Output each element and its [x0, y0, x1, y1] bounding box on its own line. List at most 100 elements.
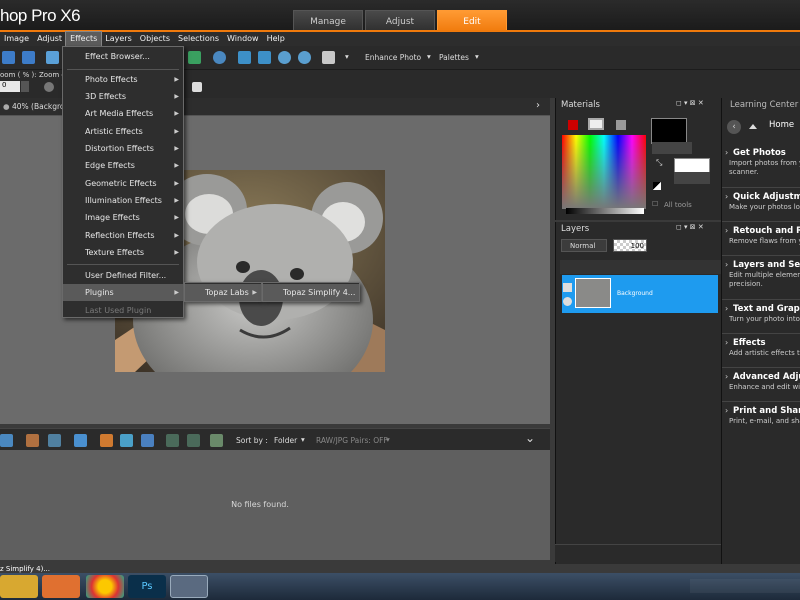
background-mode-icons[interactable] [674, 172, 710, 184]
menu-objects[interactable]: Objects [136, 32, 174, 46]
learning-section-title[interactable]: Layers and Selec [733, 260, 800, 270]
share-icon[interactable] [120, 434, 133, 447]
import-icon[interactable] [100, 434, 113, 447]
palettes-button[interactable]: Palettes [439, 53, 469, 62]
menu-help[interactable]: Help [263, 32, 289, 46]
foreground-swatch[interactable] [651, 118, 687, 144]
enhance-dropdown-icon[interactable]: ▾ [427, 52, 431, 61]
swap-colors-icon[interactable]: ⤡ [656, 158, 662, 168]
menu-3d-effects[interactable]: 3D Effects ▶ [63, 88, 183, 105]
document-tab[interactable]: 40% (Backgrou [12, 102, 69, 111]
home-icon[interactable] [749, 121, 757, 129]
zoom-value-field[interactable]: 0 [0, 81, 20, 92]
eye-icon[interactable] [563, 297, 572, 306]
layer-row[interactable]: Background [562, 275, 718, 313]
color-palette[interactable] [562, 135, 646, 209]
raw-jpg-pairs-toggle[interactable]: RAW/JPG Pairs: OFF [316, 436, 388, 445]
learning-section-title[interactable]: Print and Share [733, 406, 800, 416]
paintshop-icon[interactable] [170, 575, 208, 598]
menu-art-media-effects[interactable]: Art Media Effects ▶ [63, 105, 183, 122]
raw-dropdown-icon[interactable]: ▾ [386, 435, 390, 444]
expand-chevron-icon[interactable]: › [725, 304, 728, 313]
rainbow-tab-icon[interactable] [588, 118, 604, 130]
menu-reflection-effects[interactable]: Reflection Effects ▶ [63, 227, 183, 244]
expand-chevron-icon[interactable]: › [725, 406, 728, 415]
menu-effect-browser[interactable]: Effect Browser... [63, 48, 183, 65]
all-tools-checkbox[interactable]: ☐ [652, 200, 658, 208]
chevron-right-icon[interactable]: › [536, 100, 540, 111]
menu-image[interactable]: Image [0, 32, 33, 46]
expand-chevron-icon[interactable]: › [725, 260, 728, 269]
menu-image-effects[interactable]: Image Effects ▶ [63, 209, 183, 226]
menu-topaz-simplify[interactable]: Topaz Simplify 4... [263, 284, 359, 301]
zoom-spinner[interactable] [21, 81, 29, 92]
reset-colors-icon[interactable] [653, 182, 661, 190]
browse-icon[interactable] [0, 434, 13, 447]
menu-selections[interactable]: Selections [174, 32, 223, 46]
learning-section-title[interactable]: Text and Graphic [733, 304, 800, 314]
swatch-tab-icon[interactable] [616, 120, 626, 130]
fit-icon[interactable] [238, 51, 251, 64]
grayscale-strip[interactable] [566, 208, 644, 214]
learning-section-title[interactable]: Advanced Adjust [733, 372, 800, 382]
menu-window[interactable]: Window [223, 32, 263, 46]
learning-section-title[interactable]: Retouch and Res [733, 226, 800, 236]
system-tray[interactable] [690, 579, 800, 593]
dropdown-arrow-icon[interactable]: ▾ [345, 52, 349, 61]
save-as-icon[interactable] [22, 51, 35, 64]
brush-icon[interactable] [26, 434, 39, 447]
chrome-icon[interactable] [86, 575, 124, 598]
palettes-dropdown-icon[interactable]: ▾ [475, 52, 479, 61]
menu-texture-effects[interactable]: Texture Effects ▶ [63, 244, 183, 261]
menu-effects[interactable]: Effects [65, 31, 103, 47]
collapse-icon[interactable]: ⌄ [525, 431, 535, 445]
copy-icon[interactable] [322, 51, 335, 64]
slideshow-icon[interactable] [141, 434, 154, 447]
menu-edge-effects[interactable]: Edge Effects ▶ [63, 157, 183, 174]
blend-mode-dropdown[interactable]: Normal [561, 239, 607, 252]
expand-chevron-icon[interactable]: › [725, 148, 728, 157]
actual-size-icon[interactable] [192, 82, 202, 92]
expand-chevron-icon[interactable]: › [725, 338, 728, 347]
expand-chevron-icon[interactable]: › [725, 226, 728, 235]
panel-controls-icon[interactable]: ◻ ▾ ⊠ ✕ [676, 99, 704, 107]
redo-icon[interactable] [188, 51, 201, 64]
rotate-right-icon[interactable] [187, 434, 200, 447]
fit-window-icon[interactable] [258, 51, 271, 64]
zoom-in-icon[interactable] [278, 51, 291, 64]
frame-tab-icon[interactable] [568, 120, 578, 130]
opacity-field[interactable]: 100 [613, 239, 647, 252]
menu-geometric-effects[interactable]: Geometric Effects ▶ [63, 175, 183, 192]
menu-adjust[interactable]: Adjust [33, 32, 66, 46]
foreground-mode-icons[interactable] [652, 142, 692, 154]
menu-user-defined-filter[interactable]: User Defined Filter... [63, 267, 183, 284]
home-label[interactable]: Home [769, 120, 794, 130]
learning-section-title[interactable]: Effects [733, 338, 766, 348]
menu-layers[interactable]: Layers [101, 32, 135, 46]
expand-chevron-icon[interactable]: › [725, 372, 728, 381]
menu-topaz-labs[interactable]: Topaz Labs ▶ [185, 284, 261, 301]
edit-icon[interactable] [48, 434, 61, 447]
explorer-icon[interactable] [0, 575, 38, 598]
enhance-photo-button[interactable]: Enhance Photo [365, 53, 421, 62]
rotate-left-icon[interactable] [166, 434, 179, 447]
share-icon[interactable] [46, 51, 59, 64]
learning-section-title[interactable]: Get Photos [733, 148, 786, 158]
media-player-icon[interactable] [42, 575, 80, 598]
panel-controls-icon[interactable]: ◻ ▾ ⊠ ✕ [676, 223, 704, 231]
save-icon[interactable] [2, 51, 15, 64]
photoshop-icon[interactable]: Ps [128, 575, 166, 598]
info-icon[interactable] [213, 51, 226, 64]
expand-chevron-icon[interactable]: › [725, 192, 728, 201]
filter-icon[interactable] [210, 434, 223, 447]
tab-adjust[interactable]: Adjust [365, 10, 435, 32]
zoom-tool-icon[interactable] [44, 82, 54, 92]
back-icon[interactable]: ‹ [727, 120, 741, 134]
menu-illumination-effects[interactable]: Illumination Effects ▶ [63, 192, 183, 209]
tab-manage[interactable]: Manage [293, 10, 363, 32]
sort-dropdown-icon[interactable]: ▾ [301, 435, 305, 444]
menu-photo-effects[interactable]: Photo Effects ▶ [63, 71, 183, 88]
learning-section-title[interactable]: Quick Adjustmen [733, 192, 800, 202]
menu-plugins[interactable]: Plugins ▶ [63, 284, 183, 301]
zoom-out-icon[interactable] [298, 51, 311, 64]
